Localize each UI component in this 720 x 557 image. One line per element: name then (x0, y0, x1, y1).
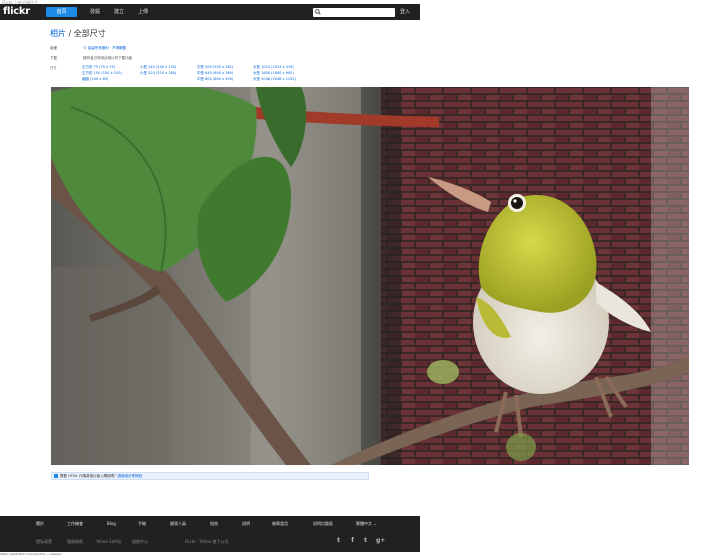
info-icon (54, 474, 58, 478)
sizes-column-1: 正方形 75 (75 x 75) 正方形 150 (150 x 150) 縮圖 … (82, 64, 122, 82)
bird-photo[interactable] (51, 87, 689, 465)
footer-blog[interactable]: Blog (107, 521, 116, 526)
google-plus-icon[interactable]: g+ (376, 537, 385, 544)
rights-value[interactable]: © 保留所有權利 · 不得轉載 (83, 46, 126, 50)
footer-help-forum[interactable]: 說明討論區 (313, 521, 333, 527)
sizes-column-3: 中型 500 (500 x 281) 中型 640 (640 x 360) 中型… (197, 64, 233, 82)
footer-mobile[interactable]: 手機 (138, 521, 146, 527)
home-button[interactable]: 首頁 (46, 7, 77, 17)
photo-illustration (51, 87, 689, 465)
tumblr-icon[interactable]: t (335, 537, 342, 544)
login-link[interactable]: 登入 (400, 7, 410, 17)
footer-service-center[interactable]: 服務中心 (132, 539, 148, 545)
size-thumbnail[interactable]: 縮圖 (100 x 60) (82, 76, 122, 82)
nav-discover[interactable]: 發掘 (90, 7, 100, 17)
footer-developers[interactable]: 開發人員 (170, 521, 186, 527)
title-suffix: / 全部尺寸 (66, 29, 106, 38)
footer-report-abuse[interactable]: 檢舉濫用 (272, 521, 288, 527)
footer-help[interactable]: 說明 (242, 521, 250, 527)
footer-terms[interactable]: 服務條款 (67, 539, 83, 545)
footer-jobs[interactable]: 工作機會 (67, 521, 83, 527)
facebook-icon[interactable]: f (349, 537, 356, 544)
footer-about[interactable]: 關於 (36, 521, 44, 527)
footer-copyright: Flickr · Yahoo 旗下公司 (185, 539, 229, 544)
top-navigation-bar: flickr 首頁 發掘 建立 上傳 登入 (0, 4, 420, 20)
sizes-column-4: 大型 1024 (1024 x 576) 大型 1600 (1600 x 900… (253, 64, 296, 82)
footer-language[interactable]: 繁體中文 ⌄ (356, 521, 377, 527)
twitter-icon[interactable]: t (362, 537, 369, 544)
size-large-2048[interactable]: 大型 2048 (2048 x 1152) (253, 76, 296, 82)
size-small-320[interactable]: 小型 320 (320 x 180) (140, 70, 176, 76)
page-title: 相片 / 全部尺寸 (50, 28, 106, 39)
sizes-column-2: 小型 240 (240 x 135) 小型 320 (320 x 180) (140, 64, 176, 76)
size-medium-800[interactable]: 中型 800 (800 x 450) (197, 76, 233, 82)
footer: 關於 工作機會 Blog 手機 開發人員 指南 說明 檢舉濫用 說明討論區 繁體… (0, 516, 420, 552)
status-bar-url: https://www.flickr.com/photos/..../sizes… (0, 552, 62, 556)
footer-yahoo-safely[interactable]: Yahoo Safely (96, 539, 121, 544)
download-label: 下載 (50, 56, 57, 60)
sizes-row: 尺寸 (50, 66, 82, 71)
embed-text: 需要 HTML 代碼將相片嵌入網誌嗎？ (60, 474, 118, 478)
search-icon[interactable] (315, 9, 321, 15)
rights-row: 版權 © 保留所有權利 · 不得轉載 (50, 46, 126, 51)
embed-notice: 需要 HTML 代碼將相片嵌入網誌嗎？請使用分享按鈕 (51, 472, 369, 480)
photo-link[interactable]: 相片 (50, 29, 66, 38)
sizes-label: 尺寸 (50, 66, 57, 70)
footer-privacy[interactable]: 隱私政策 (36, 539, 52, 545)
download-value: 擁有者已停用此相片的下載功能 (83, 56, 133, 60)
download-row: 下載 擁有者已停用此相片的下載功能 (50, 56, 132, 61)
share-button-link[interactable]: 請使用分享按鈕 (117, 474, 142, 478)
rights-label: 版權 (50, 46, 57, 50)
nav-create[interactable]: 建立 (114, 7, 124, 17)
nav-upload[interactable]: 上傳 (138, 7, 148, 17)
search-input[interactable] (313, 8, 395, 17)
flickr-logo[interactable]: flickr (3, 6, 30, 17)
footer-guidelines[interactable]: 指南 (210, 521, 218, 527)
